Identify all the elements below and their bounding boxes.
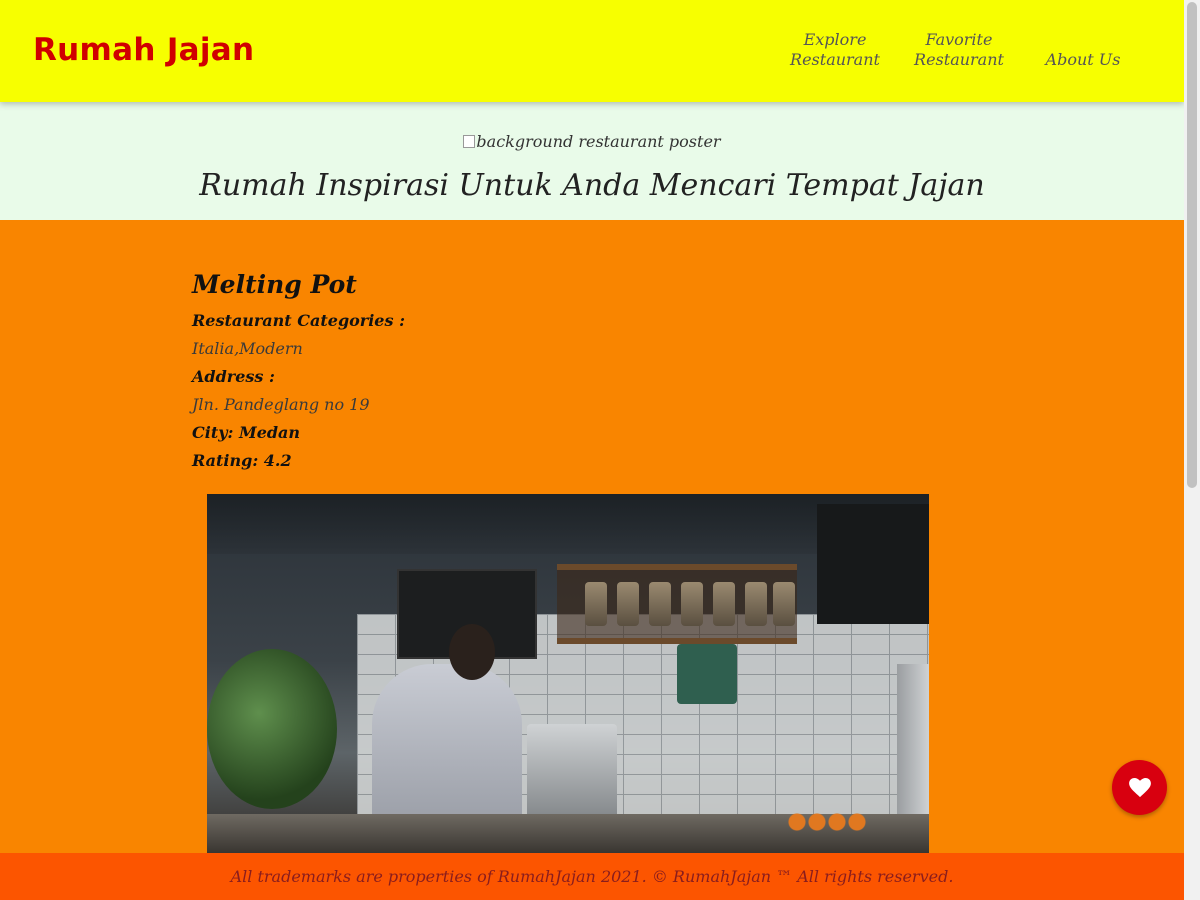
photo-jar bbox=[617, 582, 639, 626]
hero-title: Rumah Inspirasi Untuk Anda Mencari Tempa… bbox=[199, 168, 985, 203]
photo-fridge bbox=[897, 664, 929, 824]
page-scrollbar[interactable] bbox=[1184, 0, 1200, 900]
photo-chef-head bbox=[449, 624, 495, 680]
photo-jar bbox=[681, 582, 703, 626]
photo-jar bbox=[745, 582, 767, 626]
city-info: City: Medan bbox=[192, 423, 301, 442]
photo-jar bbox=[649, 582, 671, 626]
brand-logo[interactable]: Rumah Jajan bbox=[33, 32, 254, 68]
categories-value: Italia,Modern bbox=[192, 339, 303, 358]
photo-jar bbox=[713, 582, 735, 626]
footer: All trademarks are properties of RumahJa… bbox=[0, 853, 1184, 900]
categories-label: Restaurant Categories : bbox=[192, 311, 405, 330]
restaurant-photo bbox=[207, 494, 929, 864]
scrollbar-thumb[interactable] bbox=[1187, 2, 1197, 488]
nav-favorite-restaurant[interactable]: Favorite Restaurant bbox=[904, 30, 1014, 70]
restaurant-detail: Melting Pot Restaurant Categories : Ital… bbox=[192, 270, 952, 475]
photo-menu-board bbox=[817, 504, 929, 624]
nav-about-us[interactable]: About Us bbox=[1028, 50, 1138, 70]
address-label: Address : bbox=[192, 367, 275, 386]
nav-favorite-line2: Restaurant bbox=[914, 50, 1004, 69]
favorite-button[interactable] bbox=[1112, 760, 1167, 815]
hero-image-alt-text: background restaurant poster bbox=[476, 132, 721, 151]
nav-explore-line1: Explore bbox=[803, 30, 867, 49]
nav-favorite-line1: Favorite bbox=[925, 30, 993, 49]
rating-info: Rating: 4.2 bbox=[192, 451, 292, 470]
footer-copyright: All trademarks are properties of RumahJa… bbox=[230, 867, 954, 886]
photo-jar bbox=[773, 582, 795, 626]
hero-banner: background restaurant poster Rumah Inspi… bbox=[0, 102, 1184, 220]
photo-jar bbox=[585, 582, 607, 626]
photo-oranges bbox=[787, 812, 867, 832]
photo-plant bbox=[207, 649, 337, 809]
app-bar: Rumah Jajan Explore Restaurant Favorite … bbox=[0, 0, 1184, 102]
nav-explore-restaurant[interactable]: Explore Restaurant bbox=[780, 30, 890, 70]
hero-image-broken: background restaurant poster bbox=[0, 132, 1184, 151]
photo-cups bbox=[677, 644, 737, 704]
address-value: Jln. Pandeglang no 19 bbox=[192, 395, 370, 414]
heart-icon bbox=[1128, 777, 1151, 797]
restaurant-name: Melting Pot bbox=[192, 270, 357, 299]
photo-coffee-machine bbox=[527, 724, 617, 824]
nav-explore-line2: Restaurant bbox=[790, 50, 880, 69]
broken-image-icon bbox=[463, 135, 476, 148]
